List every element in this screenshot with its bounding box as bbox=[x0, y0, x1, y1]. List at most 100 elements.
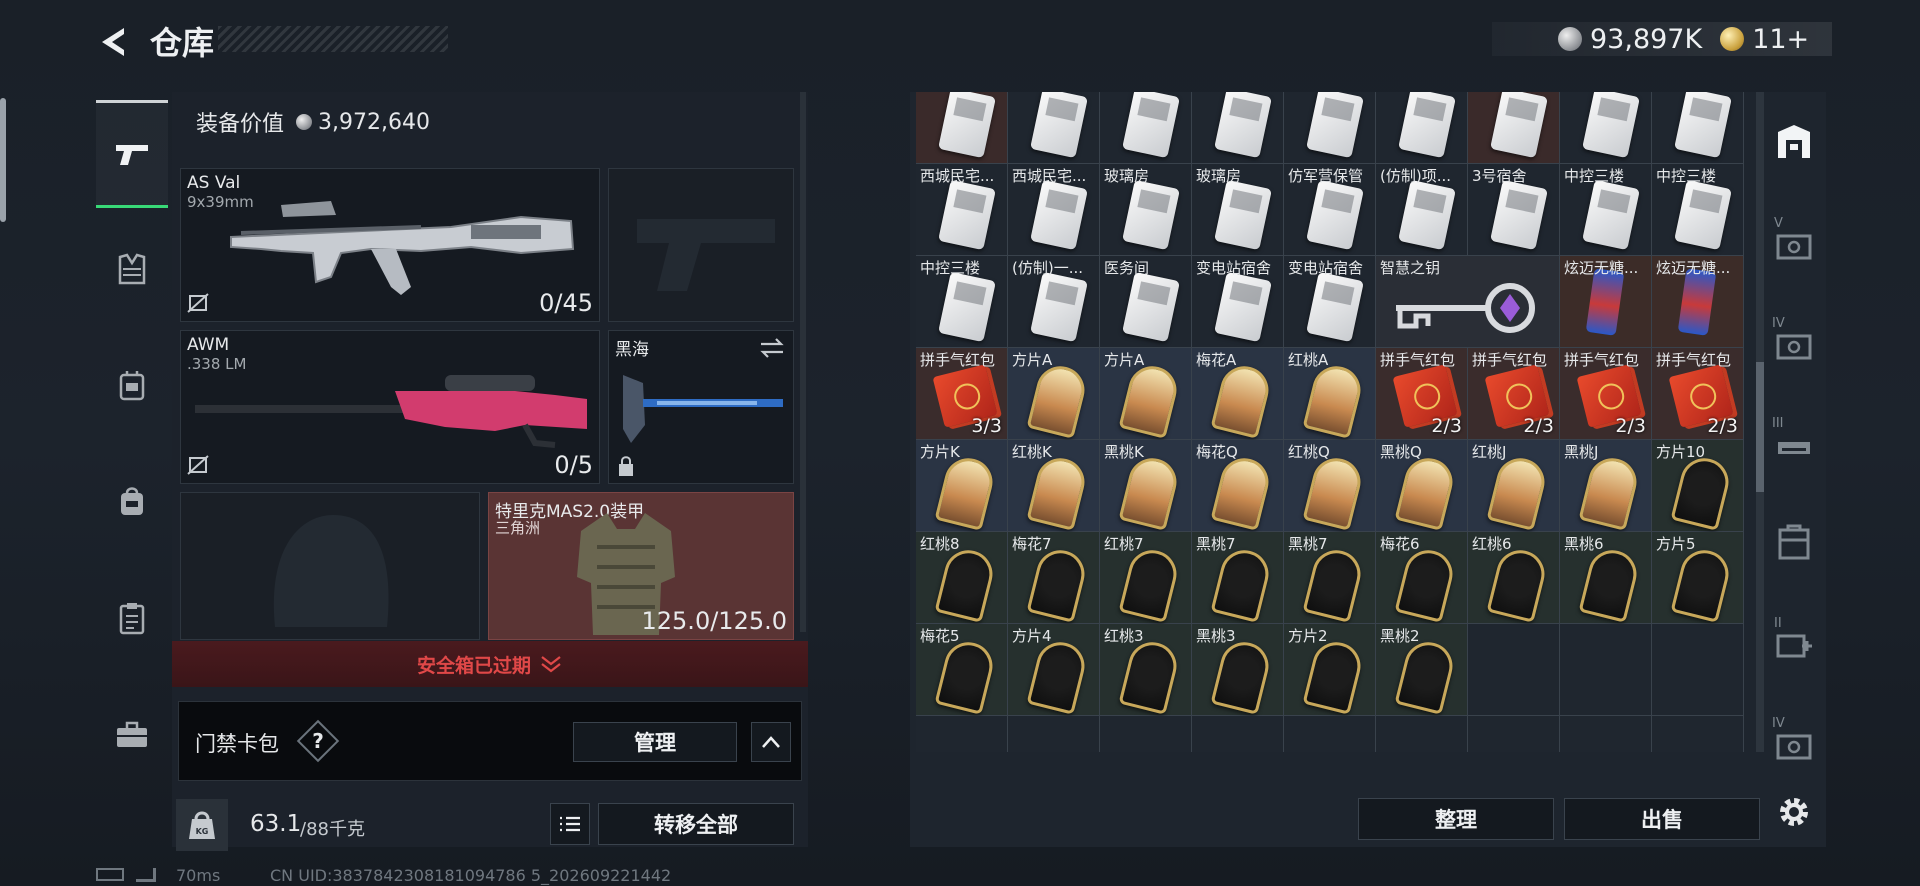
inventory-item[interactable]: 老浴场餐厅 bbox=[1560, 92, 1652, 164]
collapse-button[interactable] bbox=[751, 722, 791, 762]
inventory-item[interactable]: 梅花7 bbox=[1008, 532, 1100, 624]
secondary-weapon-ammo-count: 0/5 bbox=[554, 451, 593, 479]
inventory-item[interactable]: 博物馆监... bbox=[1468, 92, 1560, 164]
inventory-item[interactable]: 蓝室核心 bbox=[916, 92, 1008, 164]
access-card-icon bbox=[1030, 271, 1088, 343]
transfer-all-button[interactable]: 转移全部 bbox=[598, 803, 794, 845]
inventory-item[interactable]: 炫迈无糖... bbox=[1560, 256, 1652, 348]
tab-storage-4[interactable]: IV bbox=[1762, 302, 1826, 382]
inventory-item[interactable]: 梅花A bbox=[1192, 348, 1284, 440]
inventory-item[interactable]: 仿监视室西 bbox=[1284, 92, 1376, 164]
inventory-item[interactable]: 仿调控房西 bbox=[1100, 92, 1192, 164]
inventory-item[interactable]: 黑桃J bbox=[1560, 440, 1652, 532]
inventory-item[interactable]: 拼手气红包 3/3 bbox=[916, 348, 1008, 440]
nav-armor-vest[interactable] bbox=[96, 216, 168, 324]
inventory-item[interactable]: 中控三楼 bbox=[916, 256, 1008, 348]
safebox-expired-banner[interactable]: 安全箱已过期 bbox=[172, 641, 808, 687]
inventory-item[interactable]: 玻璃房 bbox=[1100, 164, 1192, 256]
inventory-item[interactable]: 黑桃3 bbox=[1192, 624, 1284, 716]
equipment-scrollbar[interactable] bbox=[800, 92, 806, 632]
tab-storage-4b[interactable]: IV bbox=[1762, 702, 1826, 782]
inventory-item[interactable]: (仿制)一... bbox=[1008, 256, 1100, 348]
nav-weapons[interactable] bbox=[96, 100, 168, 208]
manage-button[interactable]: 管理 bbox=[573, 722, 737, 762]
inventory-item[interactable]: 红桃K bbox=[1008, 440, 1100, 532]
gold-currency-amount[interactable]: 11+ bbox=[1752, 24, 1809, 55]
inventory-item[interactable]: 中控三楼 bbox=[1652, 164, 1744, 256]
helmet-slot[interactable] bbox=[180, 492, 480, 640]
inventory-item[interactable]: 变电站宿舍 bbox=[1192, 256, 1284, 348]
secondary-weapon-slot[interactable]: AWM .338 LM 0/5 bbox=[180, 330, 600, 484]
inventory-item[interactable]: 黑桃7 bbox=[1284, 532, 1376, 624]
inventory-item[interactable]: 西城民宅... bbox=[916, 164, 1008, 256]
tab-storage-5[interactable]: V bbox=[1762, 202, 1826, 282]
inventory-item[interactable]: 智慧之钥 bbox=[1376, 256, 1560, 348]
body-armor-slot[interactable]: 特里克MAS2.0装甲 三角洲 125.0/125.0 bbox=[488, 492, 794, 640]
sort-button[interactable]: 整理 bbox=[1358, 798, 1554, 840]
playing-card-icon bbox=[1210, 361, 1274, 439]
back-button[interactable] bbox=[94, 22, 130, 62]
inventory-item[interactable]: 西城民宅... bbox=[1008, 164, 1100, 256]
nav-toolbox[interactable] bbox=[96, 680, 168, 788]
settings-button[interactable] bbox=[1762, 772, 1826, 852]
inventory-item[interactable]: 红桃6 bbox=[1468, 532, 1560, 624]
inventory-item[interactable]: 红桃7 bbox=[1100, 532, 1192, 624]
swap-icon[interactable] bbox=[759, 337, 785, 359]
inventory-item[interactable]: 红桃8 bbox=[916, 532, 1008, 624]
inventory-item[interactable]: 黑桃7 bbox=[1192, 532, 1284, 624]
inventory-item[interactable]: 红桃Q bbox=[1284, 440, 1376, 532]
inventory-cell-empty bbox=[1468, 624, 1560, 716]
inventory-item[interactable]: 方片5 bbox=[1652, 532, 1744, 624]
inventory-item[interactable]: 炫迈无糖... bbox=[1652, 256, 1744, 348]
sidearm-slot[interactable] bbox=[608, 168, 794, 322]
inventory-item[interactable]: 中心贵宾室 bbox=[1652, 92, 1744, 164]
nav-chest-rig[interactable] bbox=[96, 332, 168, 440]
signal-icon bbox=[136, 868, 156, 882]
inventory-item[interactable]: 方片2 bbox=[1284, 624, 1376, 716]
inventory-item[interactable]: 黑桃6 bbox=[1560, 532, 1652, 624]
inventory-item[interactable]: 红桃A bbox=[1284, 348, 1376, 440]
inventory-item[interactable]: 拼手气红包 2/3 bbox=[1560, 348, 1652, 440]
inventory-item[interactable]: (仿制)项... bbox=[1376, 164, 1468, 256]
category-nav-rail bbox=[96, 92, 168, 832]
inventory-item[interactable]: 汽轮机控... bbox=[1008, 92, 1100, 164]
inventory-item[interactable]: 数据中心 bbox=[1192, 92, 1284, 164]
inventory-item[interactable]: 黑桃K bbox=[1100, 440, 1192, 532]
inventory-item[interactable]: 梅花5 bbox=[916, 624, 1008, 716]
inventory-item[interactable]: 变电站宿舍 bbox=[1284, 256, 1376, 348]
inventory-item[interactable]: 拼手气红包 2/3 bbox=[1376, 348, 1468, 440]
tab-storage-2[interactable]: II bbox=[1762, 602, 1826, 682]
inventory-item[interactable]: 红桃3 bbox=[1100, 624, 1192, 716]
tab-storage-3[interactable]: III bbox=[1762, 402, 1826, 482]
list-view-button[interactable] bbox=[550, 803, 590, 845]
inventory-item[interactable]: 方片K bbox=[916, 440, 1008, 532]
inventory-item[interactable]: 方片4 bbox=[1008, 624, 1100, 716]
melee-slot[interactable]: 黑海 bbox=[608, 330, 794, 484]
nav-backpack[interactable] bbox=[96, 448, 168, 556]
sell-button[interactable]: 出售 bbox=[1564, 798, 1760, 840]
inventory-item[interactable]: 红桃J bbox=[1468, 440, 1560, 532]
playing-card-icon bbox=[934, 453, 998, 531]
inventory-item[interactable]: 仿设备室东 bbox=[1376, 92, 1468, 164]
primary-weapon-slot[interactable]: AS Val 9x39mm 0/45 bbox=[180, 168, 600, 322]
nav-clipboard[interactable] bbox=[96, 564, 168, 672]
tab-main-storage[interactable] bbox=[1762, 102, 1826, 182]
inventory-item[interactable]: 黑桃2 bbox=[1376, 624, 1468, 716]
inventory-item[interactable]: 方片A bbox=[1100, 348, 1192, 440]
inventory-item[interactable]: 玻璃房 bbox=[1192, 164, 1284, 256]
tab-storage-locker[interactable] bbox=[1762, 502, 1826, 582]
inventory-item[interactable]: 医务间 bbox=[1100, 256, 1192, 348]
inventory-item[interactable]: 拼手气红包 2/3 bbox=[1652, 348, 1744, 440]
inventory-item[interactable]: 3号宿舍 bbox=[1468, 164, 1560, 256]
left-edge-scrollbar[interactable] bbox=[0, 98, 6, 222]
inventory-item[interactable]: 黑桃Q bbox=[1376, 440, 1468, 532]
playing-card-icon bbox=[1026, 361, 1090, 439]
item-label: 拼手气红包 bbox=[920, 351, 996, 369]
inventory-item[interactable]: 方片10 bbox=[1652, 440, 1744, 532]
inventory-item[interactable]: 梅花6 bbox=[1376, 532, 1468, 624]
inventory-item[interactable]: 中控三楼 bbox=[1560, 164, 1652, 256]
inventory-item[interactable]: 仿军营保管 bbox=[1284, 164, 1376, 256]
inventory-item[interactable]: 拼手气红包 2/3 bbox=[1468, 348, 1560, 440]
inventory-item[interactable]: 方片A bbox=[1008, 348, 1100, 440]
inventory-item[interactable]: 梅花Q bbox=[1192, 440, 1284, 532]
